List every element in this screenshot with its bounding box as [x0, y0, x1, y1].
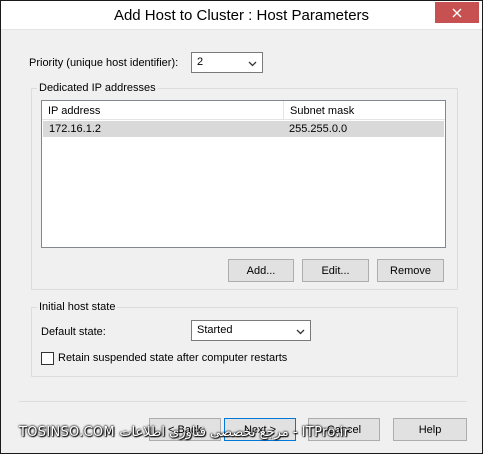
- ip-cell: 172.16.1.2: [49, 123, 101, 135]
- close-button[interactable]: [435, 2, 479, 23]
- help-button[interactable]: Help: [393, 418, 467, 441]
- initial-state-group-title: Initial host state: [37, 301, 118, 313]
- priority-label: Priority (unique host identifier):: [29, 57, 179, 69]
- retain-suspended-label[interactable]: Retain suspended state after computer re…: [58, 352, 287, 364]
- default-state-label: Default state:: [41, 326, 106, 338]
- chevron-down-icon: [248, 58, 257, 70]
- title-bar: Add Host to Cluster : Host Parameters: [1, 1, 482, 30]
- dialog-window: Add Host to Cluster : Host Parameters Pr…: [0, 0, 483, 454]
- close-icon: [452, 8, 462, 18]
- retain-suspended-checkbox[interactable]: [41, 352, 54, 365]
- default-state-value: Started: [197, 324, 233, 336]
- priority-value: 2: [197, 56, 204, 68]
- watermark-text: TOSINSO.COM مرجع تخصصی فناوری اطلاعات - …: [19, 425, 350, 440]
- list-header: IP address Subnet mask: [42, 101, 445, 120]
- priority-select[interactable]: 2: [191, 52, 263, 73]
- column-header-ip[interactable]: IP address: [42, 101, 284, 120]
- remove-button[interactable]: Remove: [377, 259, 444, 282]
- chevron-down-icon: [296, 326, 305, 338]
- edit-button[interactable]: Edit...: [302, 259, 369, 282]
- column-header-subnet[interactable]: Subnet mask: [284, 101, 445, 120]
- add-button[interactable]: Add...: [228, 259, 294, 282]
- table-row[interactable]: 172.16.1.2 255.255.0.0: [43, 121, 444, 137]
- initial-state-group: [31, 307, 458, 377]
- ip-address-list[interactable]: IP address Subnet mask 172.16.1.2 255.25…: [41, 100, 446, 248]
- default-state-select[interactable]: Started: [191, 320, 311, 341]
- window-title: Add Host to Cluster : Host Parameters: [113, 7, 370, 24]
- subnet-cell: 255.255.0.0: [289, 123, 348, 135]
- footer-separator: [19, 401, 467, 402]
- dedicated-ip-group-title: Dedicated IP addresses: [37, 82, 158, 94]
